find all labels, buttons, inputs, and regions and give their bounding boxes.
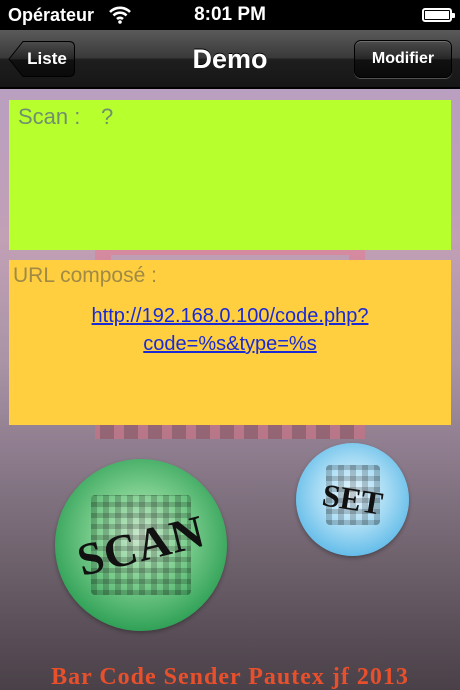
battery-icon xyxy=(422,8,455,22)
scan-button[interactable]: SCAN xyxy=(55,459,227,631)
main-content: Scan : ? URL composé : http://192.168.0.… xyxy=(0,89,460,690)
url-link[interactable]: http://192.168.0.100/code.php? code=%s&t… xyxy=(9,302,451,358)
set-button[interactable]: SET xyxy=(296,443,409,556)
edit-button[interactable]: Modifier xyxy=(354,40,452,78)
url-link-line2[interactable]: code=%s&type=%s xyxy=(9,330,451,358)
scan-result-panel: Scan : ? xyxy=(9,100,451,250)
back-button[interactable]: Liste xyxy=(8,40,76,78)
scan-value: ? xyxy=(101,104,114,129)
url-panel: URL composé : http://192.168.0.100/code.… xyxy=(9,260,451,425)
footer-credit: Bar Code Sender Pautex jf 2013 xyxy=(51,664,409,690)
url-link-line1[interactable]: http://192.168.0.100/code.php? xyxy=(9,302,451,330)
status-time: 8:01 PM xyxy=(194,4,266,25)
scan-button-label: SCAN xyxy=(72,504,210,586)
set-button-label: SET xyxy=(319,476,386,522)
status-bar: Opérateur 8:01 PM xyxy=(0,0,460,30)
url-label: URL composé : xyxy=(13,264,157,287)
back-button-label: Liste xyxy=(27,49,67,68)
navigation-bar: Demo Liste Modifier xyxy=(0,30,460,88)
scan-label: Scan : xyxy=(18,104,81,129)
